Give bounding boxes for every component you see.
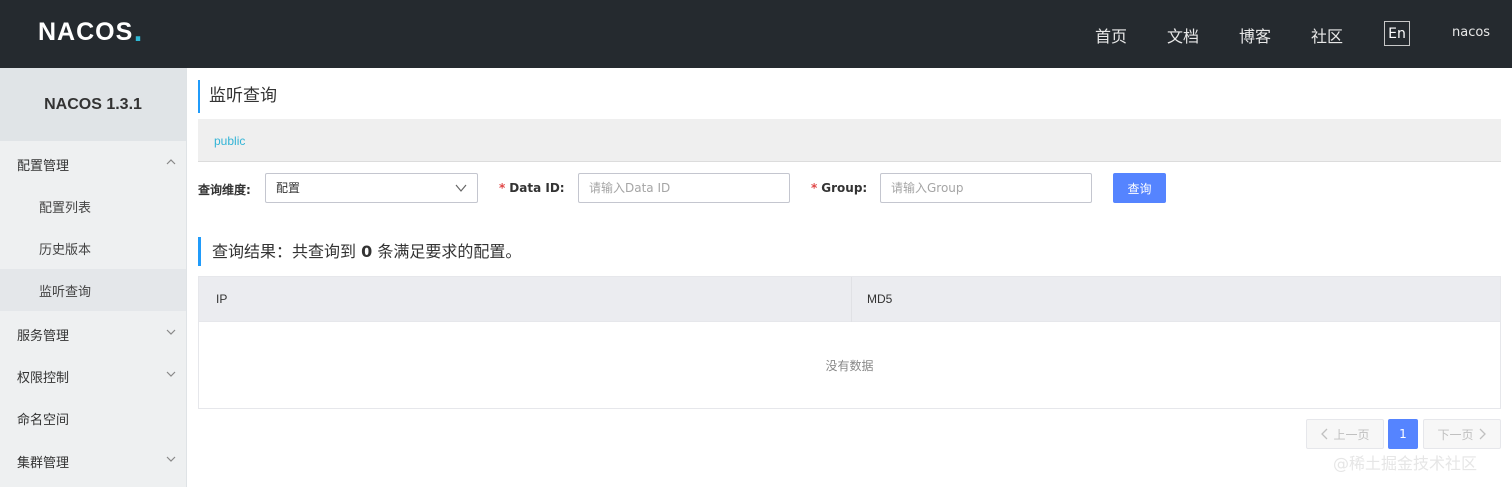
sidebar-item-label: 配置管理 bbox=[17, 158, 70, 174]
sidebar-item-access-control[interactable]: 权限控制 bbox=[0, 355, 186, 397]
namespace-public-link[interactable]: public bbox=[214, 134, 245, 148]
result-table: IP MD5 没有数据 bbox=[198, 276, 1501, 409]
group-label-text: Group: bbox=[821, 181, 868, 195]
language-switch-button[interactable]: En bbox=[1384, 21, 1410, 46]
logo-dot: . bbox=[133, 17, 143, 47]
next-page-label: 下一页 bbox=[1437, 427, 1474, 442]
top-header: NACOS. 首页 文档 博客 社区 En nacos bbox=[0, 0, 1512, 68]
chevron-down-icon bbox=[455, 184, 467, 192]
chevron-down-icon bbox=[166, 456, 176, 462]
sidebar-item-config-list[interactable]: 配置列表 bbox=[0, 185, 186, 227]
dimension-label: 查询维度: bbox=[198, 181, 251, 198]
dataid-label: * Data ID: bbox=[499, 181, 565, 195]
sidebar-item-label: 历史版本 bbox=[39, 242, 92, 258]
result-suffix: 条满足要求的配置。 bbox=[372, 242, 522, 261]
dimension-select-value: 配置 bbox=[276, 181, 301, 195]
empty-state: 没有数据 bbox=[825, 358, 874, 373]
chevron-left-icon bbox=[1321, 428, 1328, 440]
sidebar-item-label: 集群管理 bbox=[17, 455, 70, 471]
nav-home-link[interactable]: 首页 bbox=[1095, 23, 1127, 47]
sidebar-version-title: NACOS 1.3.1 bbox=[0, 68, 186, 141]
user-name[interactable]: nacos bbox=[1452, 25, 1490, 40]
page-title: 监听查询 bbox=[198, 80, 277, 113]
sidebar: NACOS 1.3.1 配置管理 配置列表 历史版本 监听查询 服务管理 权限控… bbox=[0, 68, 187, 487]
dataid-label-text: Data ID: bbox=[509, 181, 565, 195]
prev-page-label: 上一页 bbox=[1333, 427, 1370, 442]
next-page-button[interactable]: 下一页 bbox=[1423, 419, 1501, 449]
sidebar-item-label: 权限控制 bbox=[17, 370, 70, 386]
logo-text: NACOS bbox=[38, 17, 134, 46]
dimension-label-text: 查询维度: bbox=[198, 183, 251, 197]
column-header-md5: MD5 bbox=[867, 292, 893, 306]
chevron-down-icon bbox=[166, 371, 176, 377]
dataid-input[interactable] bbox=[578, 173, 790, 203]
sidebar-item-label: 配置列表 bbox=[39, 200, 92, 216]
nacos-logo[interactable]: NACOS. bbox=[38, 17, 143, 47]
sidebar-item-label: 服务管理 bbox=[17, 328, 70, 344]
sidebar-item-service-management[interactable]: 服务管理 bbox=[0, 313, 186, 355]
page-number-current[interactable]: 1 bbox=[1388, 419, 1418, 449]
nav-community-link[interactable]: 社区 bbox=[1311, 23, 1343, 47]
sidebar-item-cluster-management[interactable]: 集群管理 bbox=[0, 440, 186, 482]
nav-blog-link[interactable]: 博客 bbox=[1239, 23, 1271, 47]
result-count: 0 bbox=[361, 242, 373, 261]
sidebar-item-listener-query[interactable]: 监听查询 bbox=[0, 269, 186, 311]
sidebar-item-label: 监听查询 bbox=[39, 284, 92, 300]
chevron-down-icon bbox=[166, 329, 176, 335]
result-summary: 查询结果：共查询到 0 条满足要求的配置。 bbox=[198, 237, 521, 266]
required-mark: * bbox=[811, 181, 818, 195]
nav-docs-link[interactable]: 文档 bbox=[1167, 23, 1199, 47]
namespace-bar: public bbox=[198, 119, 1501, 162]
chevron-up-icon bbox=[166, 159, 176, 165]
sidebar-item-history[interactable]: 历史版本 bbox=[0, 227, 186, 269]
prev-page-button[interactable]: 上一页 bbox=[1306, 419, 1384, 449]
dimension-select[interactable]: 配置 bbox=[265, 173, 478, 203]
sidebar-item-config-management[interactable]: 配置管理 bbox=[0, 143, 186, 185]
required-mark: * bbox=[499, 181, 506, 195]
table-header: IP MD5 bbox=[199, 277, 1500, 322]
group-label: * Group: bbox=[811, 181, 867, 195]
group-input[interactable] bbox=[880, 173, 1092, 203]
query-button[interactable]: 查询 bbox=[1113, 173, 1166, 203]
sidebar-item-label: 命名空间 bbox=[17, 412, 70, 428]
column-header-ip: IP bbox=[216, 292, 228, 306]
column-divider bbox=[851, 277, 852, 322]
result-prefix: 查询结果：共查询到 bbox=[212, 242, 362, 261]
watermark: @稀土掘金技术社区 bbox=[1333, 454, 1478, 473]
sidebar-item-namespace[interactable]: 命名空间 bbox=[0, 397, 186, 439]
chevron-right-icon bbox=[1479, 428, 1486, 440]
